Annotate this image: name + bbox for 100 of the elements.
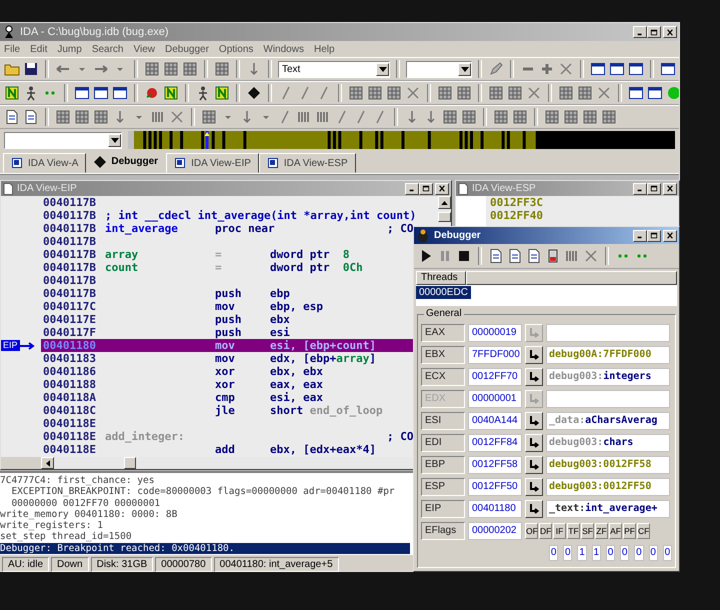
menu-item[interactable]: View xyxy=(134,44,155,54)
menu-item[interactable]: Jump xyxy=(57,44,82,54)
grid-icon[interactable] xyxy=(563,109,579,125)
register-reference-field[interactable] xyxy=(546,390,670,408)
grid-icon[interactable] xyxy=(507,85,523,101)
minimize-button[interactable] xyxy=(405,182,419,194)
register-reference-field[interactable]: debug003:chars xyxy=(546,434,670,452)
jump-button[interactable] xyxy=(525,500,543,518)
cross-icon[interactable] xyxy=(169,109,185,125)
menu-item[interactable]: Options xyxy=(218,44,254,54)
register-reference-field[interactable]: debug003:integers xyxy=(546,368,670,386)
tab[interactable]: IDA View-ESP xyxy=(258,153,356,173)
pencil-icon[interactable] xyxy=(488,61,504,77)
grid-icon[interactable] xyxy=(214,61,230,77)
maximize-button[interactable] xyxy=(647,182,661,194)
register-reference-field[interactable] xyxy=(546,324,670,342)
stop-icon[interactable] xyxy=(456,248,472,264)
grid-icon[interactable] xyxy=(544,109,560,125)
tab[interactable]: IDA View-EIP xyxy=(166,153,259,173)
grid-icon[interactable] xyxy=(367,85,383,101)
window-icon[interactable] xyxy=(74,85,90,101)
document-icon[interactable] xyxy=(23,109,39,125)
cross-icon[interactable] xyxy=(558,61,574,77)
window-icon[interactable] xyxy=(590,61,606,77)
jump-button[interactable] xyxy=(525,346,543,364)
register-reference-field[interactable]: debug003:0012FF58 xyxy=(546,456,670,474)
document-icon[interactable] xyxy=(526,248,542,264)
bars-icon[interactable] xyxy=(315,109,331,125)
close-button[interactable] xyxy=(663,230,677,242)
flag-value-field[interactable]: 0 xyxy=(549,545,558,561)
tab[interactable]: IDA View-A xyxy=(3,153,86,173)
register-value-field[interactable]: 00000019 xyxy=(468,324,522,342)
column-header[interactable]: Threads xyxy=(416,271,466,285)
register-value-field[interactable]: 7FFDF000 xyxy=(468,346,522,364)
flag-value-field[interactable]: 1 xyxy=(592,545,601,561)
grid-icon[interactable] xyxy=(74,109,90,125)
register-reference-field[interactable]: debug00A:7FFDF000 xyxy=(546,346,670,364)
bars-icon[interactable] xyxy=(296,109,312,125)
grid-icon[interactable] xyxy=(163,61,179,77)
flag-value-field[interactable]: 0 xyxy=(648,545,658,561)
grid-icon[interactable] xyxy=(182,61,198,77)
window-icon[interactable] xyxy=(628,61,644,77)
register-value-field[interactable]: 0012FF50 xyxy=(468,478,522,496)
jump-button[interactable] xyxy=(525,434,543,452)
square-icon[interactable] xyxy=(163,85,179,101)
bars-icon[interactable] xyxy=(150,109,166,125)
register-value-field[interactable]: 00401180 xyxy=(468,500,522,518)
minimize-button[interactable] xyxy=(633,230,647,242)
document-icon[interactable] xyxy=(488,248,504,264)
menu-item[interactable]: Debugger xyxy=(165,44,209,54)
register-value-field[interactable]: 00000202 xyxy=(468,522,522,540)
close-button[interactable] xyxy=(663,182,677,194)
circle-icon[interactable] xyxy=(144,85,160,101)
grid-icon[interactable] xyxy=(348,85,364,101)
grid-icon[interactable] xyxy=(456,85,472,101)
horizontal-scrollbar[interactable] xyxy=(41,457,413,469)
grid-icon[interactable] xyxy=(601,109,617,125)
register-value-field[interactable]: 0012FF70 xyxy=(468,368,522,386)
grid-icon[interactable] xyxy=(582,109,598,125)
navigation-band-drawing[interactable] xyxy=(128,131,675,149)
register-reference-field[interactable]: _text:int_average+ xyxy=(546,500,670,518)
grid-icon[interactable] xyxy=(201,109,217,125)
menu-item[interactable]: Search xyxy=(92,44,124,54)
grid-icon[interactable] xyxy=(55,109,71,125)
diamond-icon[interactable] xyxy=(246,85,262,101)
cross-icon[interactable] xyxy=(596,85,612,101)
document-icon[interactable] xyxy=(4,109,20,125)
vertical-scrollbar[interactable] xyxy=(438,196,451,222)
menu-item[interactable]: Help xyxy=(314,44,335,54)
scrollbar-thumb[interactable] xyxy=(124,457,136,469)
grid-icon[interactable] xyxy=(558,85,574,101)
jump-button[interactable] xyxy=(525,478,543,496)
square-icon[interactable] xyxy=(4,85,20,101)
grid-icon[interactable] xyxy=(488,85,504,101)
cross-icon[interactable] xyxy=(526,85,542,101)
jump-button[interactable] xyxy=(525,412,543,430)
register-value-field[interactable]: 0040A144 xyxy=(468,412,522,430)
flag-value-field[interactable]: 0 xyxy=(662,545,672,561)
grid-icon[interactable] xyxy=(512,109,528,125)
document-icon[interactable] xyxy=(507,248,523,264)
grid-icon[interactable] xyxy=(493,109,509,125)
flag-value-field[interactable]: 0 xyxy=(563,545,572,561)
grid-icon[interactable] xyxy=(144,61,160,77)
bars-icon[interactable] xyxy=(564,248,580,264)
cross-icon[interactable] xyxy=(405,85,421,101)
register-reference-field[interactable]: _data:aCharsAverag xyxy=(546,412,670,430)
flag-value-field[interactable]: 0 xyxy=(606,545,616,561)
cross-icon[interactable] xyxy=(583,248,599,264)
thread-item[interactable]: 00000EDC xyxy=(416,286,471,299)
window-icon[interactable] xyxy=(628,85,644,101)
flag-value-field[interactable]: 0 xyxy=(620,545,630,561)
minimize-button[interactable] xyxy=(633,182,647,194)
grid-icon[interactable] xyxy=(93,109,109,125)
grid-icon[interactable] xyxy=(577,85,593,101)
grid-icon[interactable] xyxy=(461,109,477,125)
jump-button[interactable] xyxy=(525,368,543,386)
grid-icon[interactable] xyxy=(442,109,458,125)
jump-button[interactable] xyxy=(525,456,543,474)
close-button[interactable] xyxy=(435,182,449,194)
flag-value-field[interactable]: 1 xyxy=(577,545,587,561)
